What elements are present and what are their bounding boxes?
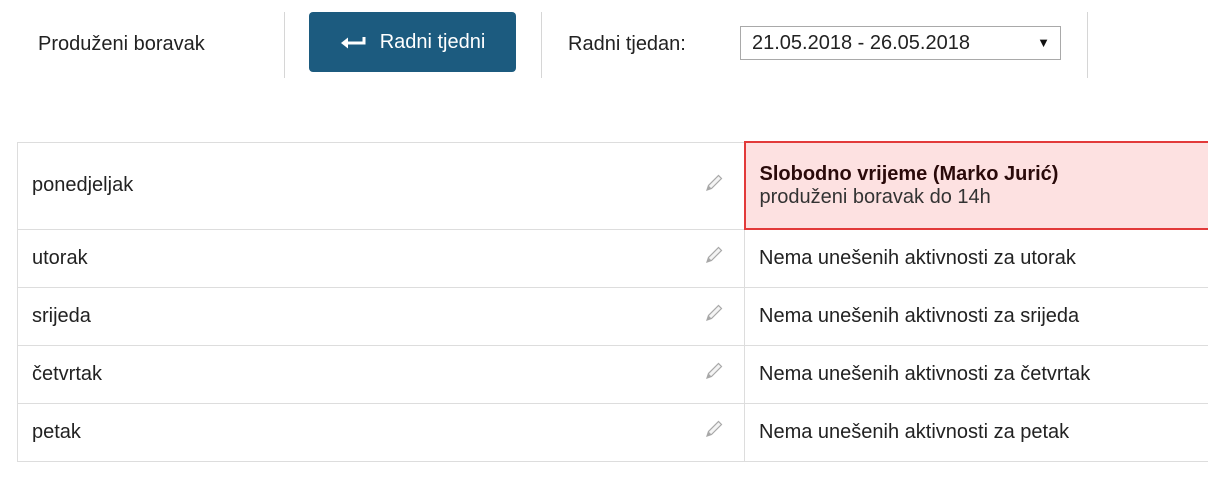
pencil-icon[interactable] bbox=[704, 361, 724, 387]
day-name: ponedjeljak bbox=[32, 174, 134, 196]
toolbar-divider bbox=[541, 12, 542, 78]
activity-cell: Slobodno vrijeme (Marko Jurić) produženi… bbox=[743, 141, 1208, 230]
working-weeks-button-label: Radni tjedni bbox=[379, 30, 486, 53]
activity-text: Nema unešenih aktivnosti za utorak bbox=[759, 246, 1076, 269]
week-label: Radni tjedan: bbox=[568, 33, 686, 55]
pencil-icon[interactable] bbox=[704, 245, 724, 271]
day-cell: petak bbox=[17, 402, 745, 462]
table-row: četvrtak Nema unešenih aktivnosti za čet… bbox=[17, 344, 1208, 404]
working-weeks-button[interactable]: Radni tjedni bbox=[309, 12, 516, 72]
week-select-value: 21.05.2018 - 26.05.2018 bbox=[752, 32, 970, 54]
activity-text: Nema unešenih aktivnosti za petak bbox=[759, 420, 1070, 443]
activity-cell: Nema unešenih aktivnosti za utorak bbox=[744, 228, 1208, 288]
activity-title: Slobodno vrijeme (Marko Jurić) bbox=[759, 162, 1059, 185]
day-name: srijeda bbox=[32, 304, 91, 327]
activity-cell: Nema unešenih aktivnosti za srijeda bbox=[744, 286, 1208, 346]
dropdown-arrow-icon: ▼ bbox=[1037, 35, 1050, 50]
week-select[interactable]: 21.05.2018 - 26.05.2018 ▼ bbox=[740, 26, 1061, 60]
pencil-icon[interactable] bbox=[704, 419, 724, 445]
weekly-schedule-table: ponedjeljak Slobodno vrijeme (Marko Juri… bbox=[17, 141, 1208, 462]
table-row: utorak Nema unešenih aktivnosti za utora… bbox=[17, 228, 1208, 288]
day-name: petak bbox=[32, 420, 81, 443]
table-row: srijeda Nema unešenih aktivnosti za srij… bbox=[17, 286, 1208, 346]
pencil-icon[interactable] bbox=[704, 303, 724, 329]
toolbar-divider bbox=[284, 12, 285, 78]
return-arrow-icon bbox=[340, 34, 366, 50]
pencil-icon[interactable] bbox=[704, 173, 724, 199]
table-row: ponedjeljak Slobodno vrijeme (Marko Juri… bbox=[17, 141, 1208, 230]
day-cell: četvrtak bbox=[17, 344, 745, 404]
day-cell: ponedjeljak bbox=[17, 141, 745, 230]
section-label: Produženi boravak bbox=[38, 33, 205, 55]
day-cell: utorak bbox=[17, 228, 745, 288]
activity-text: Nema unešenih aktivnosti za četvrtak bbox=[759, 362, 1091, 385]
activity-text: produženi boravak do 14h bbox=[759, 185, 991, 208]
toolbar: Produženi boravak Radni tjedni Radni tje… bbox=[0, 0, 1208, 90]
activity-text: Nema unešenih aktivnosti za srijeda bbox=[759, 304, 1080, 327]
day-name: utorak bbox=[32, 246, 88, 269]
activity-cell: Nema unešenih aktivnosti za četvrtak bbox=[744, 344, 1208, 404]
activity-cell: Nema unešenih aktivnosti za petak bbox=[744, 402, 1208, 462]
day-cell: srijeda bbox=[17, 286, 745, 346]
table-row: petak Nema unešenih aktivnosti za petak bbox=[17, 402, 1208, 462]
day-name: četvrtak bbox=[32, 362, 103, 385]
toolbar-divider bbox=[1087, 12, 1088, 78]
